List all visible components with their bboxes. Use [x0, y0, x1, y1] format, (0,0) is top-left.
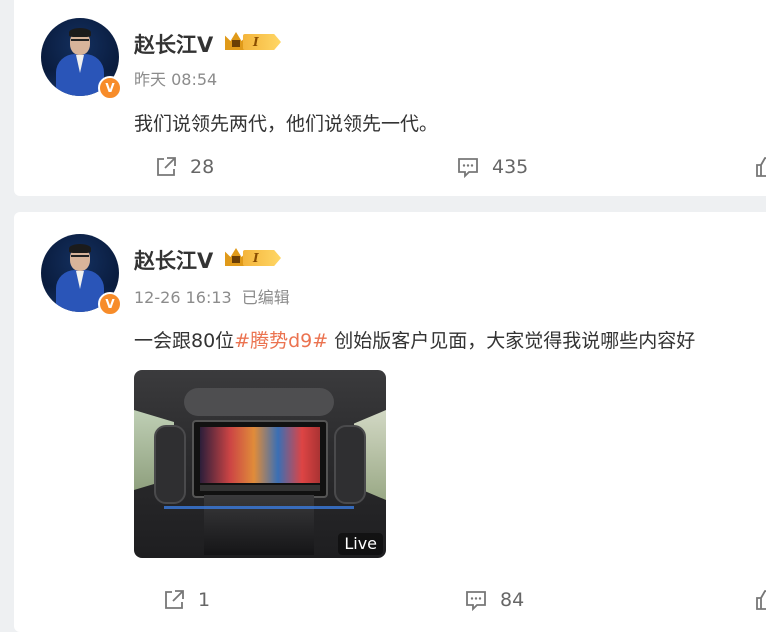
- live-photo[interactable]: Live: [134, 370, 386, 558]
- level-label: I: [253, 251, 259, 265]
- share-button[interactable]: 1: [162, 585, 210, 615]
- comment-icon: [456, 155, 480, 179]
- post-time[interactable]: 昨天 08:54: [134, 66, 217, 90]
- comment-icon: [464, 588, 488, 612]
- comment-count: 435: [492, 156, 529, 178]
- level-label: I: [253, 35, 259, 49]
- user-level-badge[interactable]: I: [225, 31, 281, 53]
- thumbs-up-icon: [754, 155, 766, 179]
- post-card: V 赵长江V I 12-26 16:13 已编辑 一会跟80位#腾势d9# 创始版…: [14, 212, 766, 632]
- post-text: 我们说领先两代，他们说领先一代。: [134, 109, 438, 136]
- author-name[interactable]: 赵长江V: [134, 245, 213, 275]
- user-level-badge[interactable]: I: [225, 247, 281, 269]
- share-count: 1: [198, 589, 211, 611]
- text-segment: 我们说领先两代，他们说领先一代。: [134, 113, 439, 135]
- verified-badge-icon: V: [98, 292, 122, 316]
- rear-screen: [192, 420, 328, 498]
- share-button[interactable]: 28: [154, 152, 214, 182]
- thumbs-up-icon: [754, 588, 766, 612]
- share-count: 28: [190, 156, 215, 178]
- like-button[interactable]: [754, 585, 766, 615]
- comment-button[interactable]: 435: [456, 152, 528, 182]
- action-bar: 28 435: [154, 152, 766, 182]
- author-name[interactable]: 赵长江V: [134, 29, 213, 59]
- comment-button[interactable]: 84: [464, 585, 524, 615]
- text-segment: 一会跟80位: [134, 330, 235, 352]
- live-badge: Live: [338, 533, 383, 555]
- timestamp[interactable]: 12-26 16:13: [134, 288, 232, 307]
- verified-badge-icon: V: [98, 76, 122, 100]
- topic-link[interactable]: #腾势d9#: [234, 330, 328, 352]
- share-icon: [162, 588, 186, 612]
- post-text: 一会跟80位#腾势d9# 创始版客户见面，大家觉得我说哪些内容好: [134, 326, 695, 353]
- like-button[interactable]: [754, 152, 766, 182]
- action-bar: 1 84: [154, 585, 766, 615]
- share-icon: [154, 155, 178, 179]
- edited-label[interactable]: 已编辑: [242, 288, 290, 307]
- comment-count: 84: [500, 589, 525, 611]
- timestamp[interactable]: 昨天 08:54: [134, 70, 217, 89]
- post-time: 12-26 16:13 已编辑: [134, 284, 290, 308]
- post-card: V 赵长江V I 昨天 08:54 我们说领先两代，他们说领先一代。 28 43…: [14, 0, 766, 196]
- text-segment: 创始版客户见面，大家觉得我说哪些内容好: [328, 330, 696, 352]
